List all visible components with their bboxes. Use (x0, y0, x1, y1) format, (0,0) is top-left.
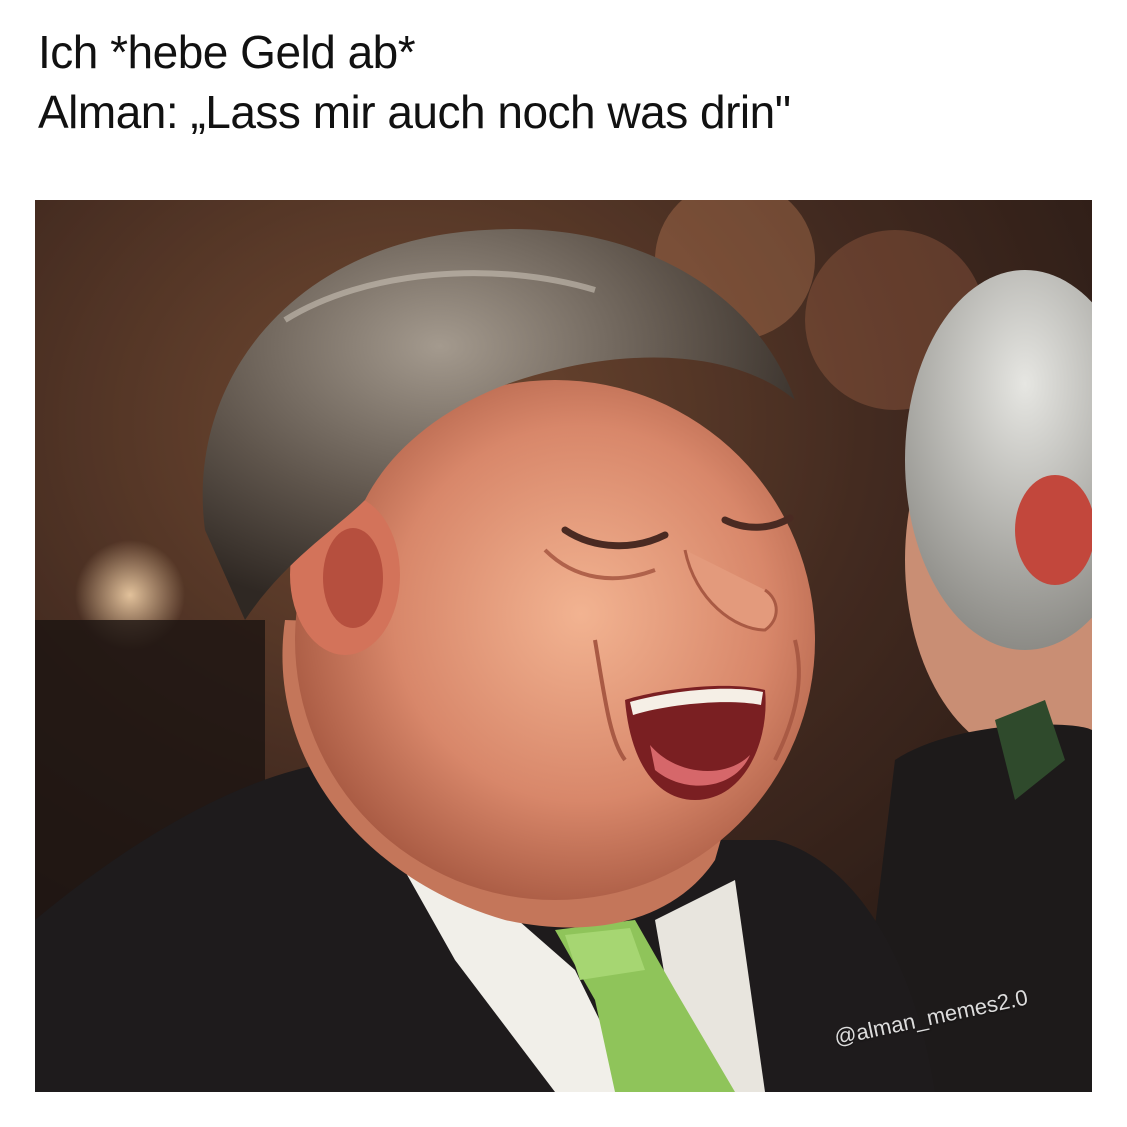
caption-line-2: Alman: „Lass mir auch noch was drin" (38, 86, 791, 138)
meme-photo: @alman_memes2.0 (35, 200, 1092, 1092)
caption-line-1: Ich *hebe Geld ab* (38, 26, 416, 78)
meme-caption: Ich *hebe Geld ab* Alman: „Lass mir auch… (38, 22, 791, 142)
